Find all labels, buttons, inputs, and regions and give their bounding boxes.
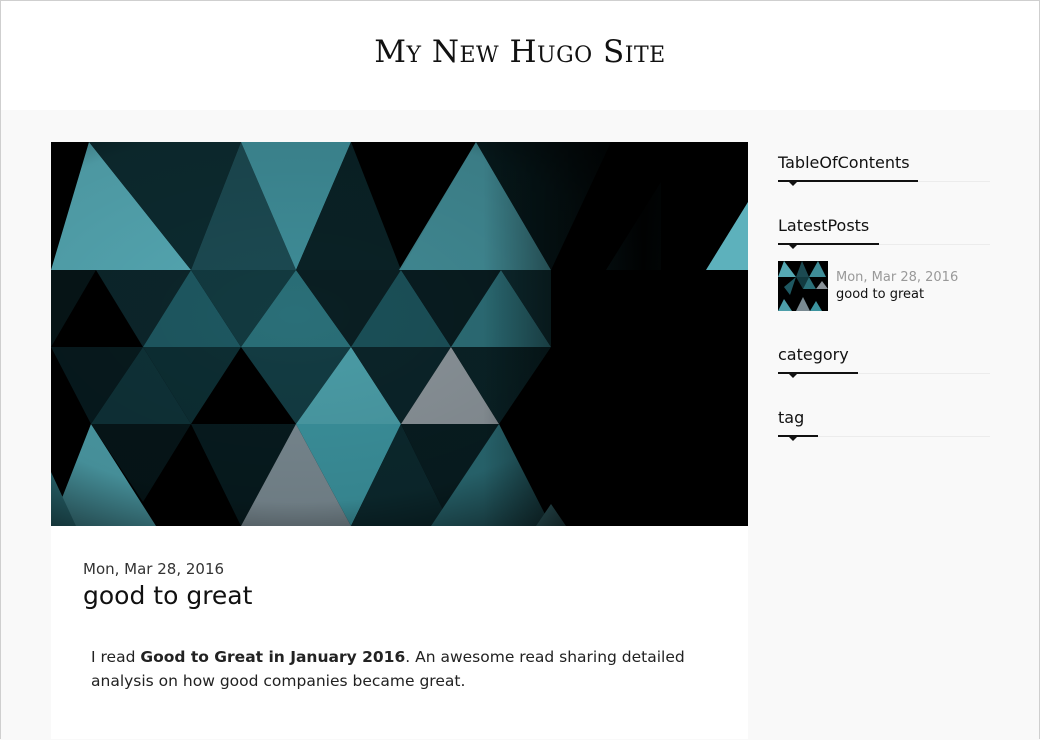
latest-post-item[interactable]: Mon, Mar 28, 2016 good to great (778, 261, 990, 311)
post-title-link[interactable]: good to great (83, 581, 252, 610)
caret-down-icon (788, 436, 798, 441)
latest-post-date: Mon, Mar 28, 2016 (836, 270, 959, 285)
latest-post-title-link[interactable]: good to great (836, 287, 924, 302)
widget-underline-toc (778, 180, 990, 186)
post-card: Mon, Mar 28, 2016 good to great I read G… (51, 142, 748, 739)
caret-down-icon (788, 181, 798, 186)
site-title-link[interactable]: My New Hugo Site (1, 34, 1039, 70)
post-summary: I read Good to Great in January 2016. An… (91, 645, 691, 693)
hero-triangle-pattern (51, 142, 748, 526)
post-summary-bold: Good to Great in January 2016 (140, 648, 406, 666)
latest-post-thumbnail[interactable] (778, 261, 828, 311)
thumbnail-pattern (778, 261, 828, 311)
page-frame: My New Hugo Site Mon, Mar 28, 2016 good … (0, 0, 1040, 739)
site-header: My New Hugo Site (1, 1, 1039, 110)
widget-title-latest: LatestPosts (778, 216, 870, 235)
widget-title-toc: TableOfContents (778, 153, 910, 172)
post-date: Mon, Mar 28, 2016 (83, 560, 225, 578)
post-hero-image (51, 142, 748, 526)
widget-title-category: category (778, 345, 849, 364)
caret-down-icon (788, 373, 798, 378)
post-summary-prefix: I read (91, 648, 141, 666)
widget-underline-category (778, 372, 990, 378)
widget-underline-tag (778, 435, 990, 441)
widget-underline-latest (778, 243, 990, 249)
widget-title-tag: tag (778, 408, 805, 427)
caret-down-icon (788, 244, 798, 249)
